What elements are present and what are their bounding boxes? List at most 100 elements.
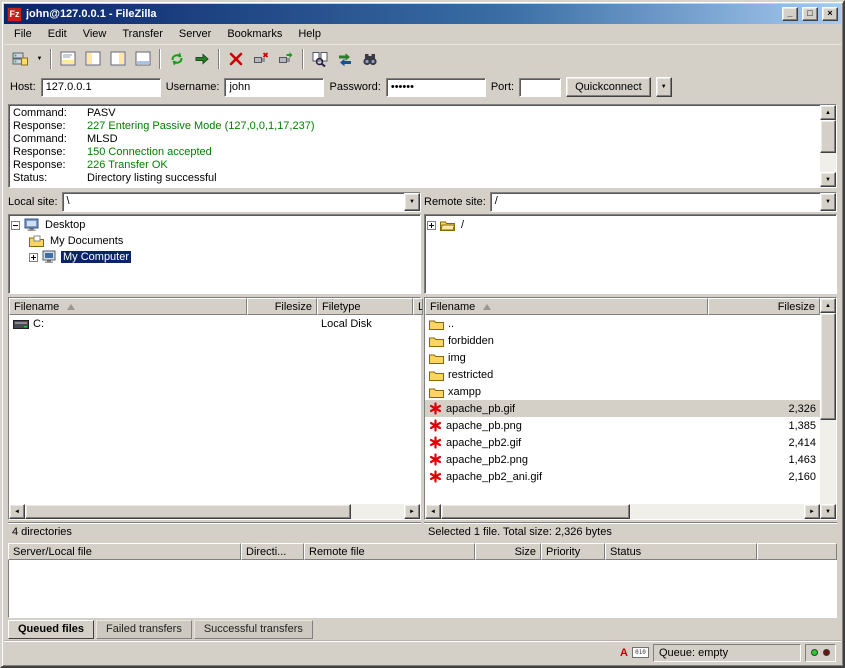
disconnect-icon[interactable] xyxy=(249,48,273,70)
local-pane: Local site: \ ▼ Desktop xyxy=(8,190,421,541)
scroll-thumb[interactable] xyxy=(820,120,836,153)
local-site-value[interactable]: \ xyxy=(63,193,404,211)
toolbar-separator xyxy=(218,49,220,69)
scroll-up-icon[interactable]: ▲ xyxy=(820,298,836,313)
find-icon[interactable] xyxy=(358,48,382,70)
local-site-combo[interactable]: \ ▼ xyxy=(62,192,421,212)
column-header-filesize[interactable]: Filesize xyxy=(708,298,820,315)
file-row-c-drive[interactable]: C: Local Disk xyxy=(9,315,420,332)
menu-help[interactable]: Help xyxy=(290,25,329,43)
collapse-icon[interactable] xyxy=(11,221,20,230)
username-input[interactable] xyxy=(224,78,324,97)
binary-transfer-type-icon: 010 xyxy=(632,647,649,658)
password-input[interactable] xyxy=(386,78,486,97)
column-header-lastmodified[interactable]: L xyxy=(413,298,423,315)
close-button[interactable]: × xyxy=(822,7,838,21)
quickconnect-button[interactable]: Quickconnect xyxy=(566,77,651,97)
host-input[interactable] xyxy=(41,78,161,97)
directory-compare-icon[interactable] xyxy=(308,48,332,70)
toggle-message-log-icon[interactable] xyxy=(56,48,80,70)
remote-list-hscrollbar[interactable]: ◄ ► xyxy=(425,504,820,519)
port-label: Port: xyxy=(491,81,514,93)
quickconnect-bar: Host: Username: Password: Port: Quickcon… xyxy=(4,72,841,102)
file-row-apache-pb2-gif[interactable]: apache_pb2.gif 2,414 xyxy=(425,434,820,451)
file-row-apache-pb-png[interactable]: apache_pb.png 1,385 xyxy=(425,417,820,434)
file-row-apache-pb-gif[interactable]: apache_pb.gif 2,326 xyxy=(425,400,820,417)
column-header-filesize[interactable]: Filesize xyxy=(247,298,317,315)
combo-dropdown-icon[interactable]: ▼ xyxy=(820,193,836,211)
menu-transfer[interactable]: Transfer xyxy=(114,25,171,43)
queue-status-text: Queue: empty xyxy=(659,647,728,659)
folder-row-img[interactable]: img xyxy=(425,349,820,366)
scroll-thumb[interactable] xyxy=(441,504,630,519)
folder-row-restricted[interactable]: restricted xyxy=(425,366,820,383)
column-header-size[interactable]: Size xyxy=(475,543,541,560)
scroll-up-icon[interactable]: ▲ xyxy=(820,105,836,120)
tab-successful-transfers[interactable]: Successful transfers xyxy=(194,620,313,639)
sync-browsing-icon[interactable] xyxy=(333,48,357,70)
cancel-icon[interactable] xyxy=(224,48,248,70)
remote-list-vscrollbar[interactable]: ▲ ▼ xyxy=(820,298,836,519)
local-tree: Desktop My Documents My Computer xyxy=(8,214,421,294)
tree-item-my-documents[interactable]: My Documents xyxy=(11,233,418,249)
column-header-remote-file[interactable]: Remote file xyxy=(304,543,475,560)
combo-dropdown-icon[interactable]: ▼ xyxy=(404,193,420,211)
file-row-apache-pb2-ani-gif[interactable]: apache_pb2_ani.gif 2,160 xyxy=(425,468,820,485)
scroll-down-icon[interactable]: ▼ xyxy=(820,504,836,519)
drive-icon xyxy=(13,318,29,330)
column-header-server-local-file[interactable]: Server/Local file xyxy=(8,543,241,560)
menu-edit[interactable]: Edit xyxy=(40,25,75,43)
column-header-status[interactable]: Status xyxy=(605,543,757,560)
scroll-right-icon[interactable]: ► xyxy=(804,504,820,519)
log-scrollbar[interactable]: ▲ ▼ xyxy=(820,105,836,187)
tree-item-root[interactable]: / xyxy=(427,217,834,233)
toggle-local-tree-icon[interactable] xyxy=(81,48,105,70)
menu-view[interactable]: View xyxy=(75,25,115,43)
tree-item-my-computer[interactable]: My Computer xyxy=(11,249,418,265)
maximize-button[interactable]: □ xyxy=(802,7,818,21)
local-list-hscrollbar[interactable]: ◄ ► xyxy=(9,504,420,519)
refresh-icon[interactable] xyxy=(165,48,189,70)
column-header-filename[interactable]: Filename xyxy=(425,298,708,315)
scroll-down-icon[interactable]: ▼ xyxy=(820,172,836,187)
scroll-thumb[interactable] xyxy=(820,313,836,420)
tab-failed-transfers[interactable]: Failed transfers xyxy=(96,620,192,639)
password-label: Password: xyxy=(329,81,380,93)
folder-row-updir[interactable]: .. xyxy=(425,315,820,332)
menu-file[interactable]: File xyxy=(6,25,40,43)
menu-bookmarks[interactable]: Bookmarks xyxy=(219,25,290,43)
reconnect-icon[interactable] xyxy=(274,48,298,70)
toggle-remote-tree-icon[interactable] xyxy=(106,48,130,70)
column-header-priority[interactable]: Priority xyxy=(541,543,605,560)
file-icon xyxy=(429,470,442,483)
file-row-apache-pb2-png[interactable]: apache_pb2.png 1,463 xyxy=(425,451,820,468)
expand-icon[interactable] xyxy=(29,253,38,262)
remote-site-combo[interactable]: / ▼ xyxy=(490,192,837,212)
scroll-right-icon[interactable]: ► xyxy=(404,504,420,519)
port-input[interactable] xyxy=(519,78,561,97)
scroll-left-icon[interactable]: ◄ xyxy=(425,504,441,519)
column-header-filetype[interactable]: Filetype xyxy=(317,298,413,315)
toolbar-separator xyxy=(302,49,304,69)
minimize-button[interactable]: _ xyxy=(782,7,798,21)
host-label: Host: xyxy=(10,81,36,93)
remote-site-value[interactable]: / xyxy=(491,193,820,211)
folder-icon xyxy=(429,386,444,398)
menu-server[interactable]: Server xyxy=(171,25,219,43)
site-manager-dropdown-icon[interactable]: ▼ xyxy=(33,48,46,70)
folder-row-xampp[interactable]: xampp xyxy=(425,383,820,400)
column-header-filename[interactable]: Filename xyxy=(9,298,247,315)
process-queue-icon[interactable] xyxy=(190,48,214,70)
site-manager-icon[interactable] xyxy=(8,48,32,70)
tree-item-desktop[interactable]: Desktop xyxy=(11,217,418,233)
scroll-left-icon[interactable]: ◄ xyxy=(9,504,25,519)
scroll-thumb[interactable] xyxy=(25,504,351,519)
log-line: Status: Directory listing successful xyxy=(13,172,816,185)
toggle-queue-icon[interactable] xyxy=(131,48,155,70)
column-header-direction[interactable]: Directi... xyxy=(241,543,304,560)
expand-icon[interactable] xyxy=(427,221,436,230)
activity-indicators xyxy=(805,644,836,662)
quickconnect-dropdown-icon[interactable]: ▼ xyxy=(656,77,672,97)
folder-row-forbidden[interactable]: forbidden xyxy=(425,332,820,349)
tab-queued-files[interactable]: Queued files xyxy=(8,620,94,639)
